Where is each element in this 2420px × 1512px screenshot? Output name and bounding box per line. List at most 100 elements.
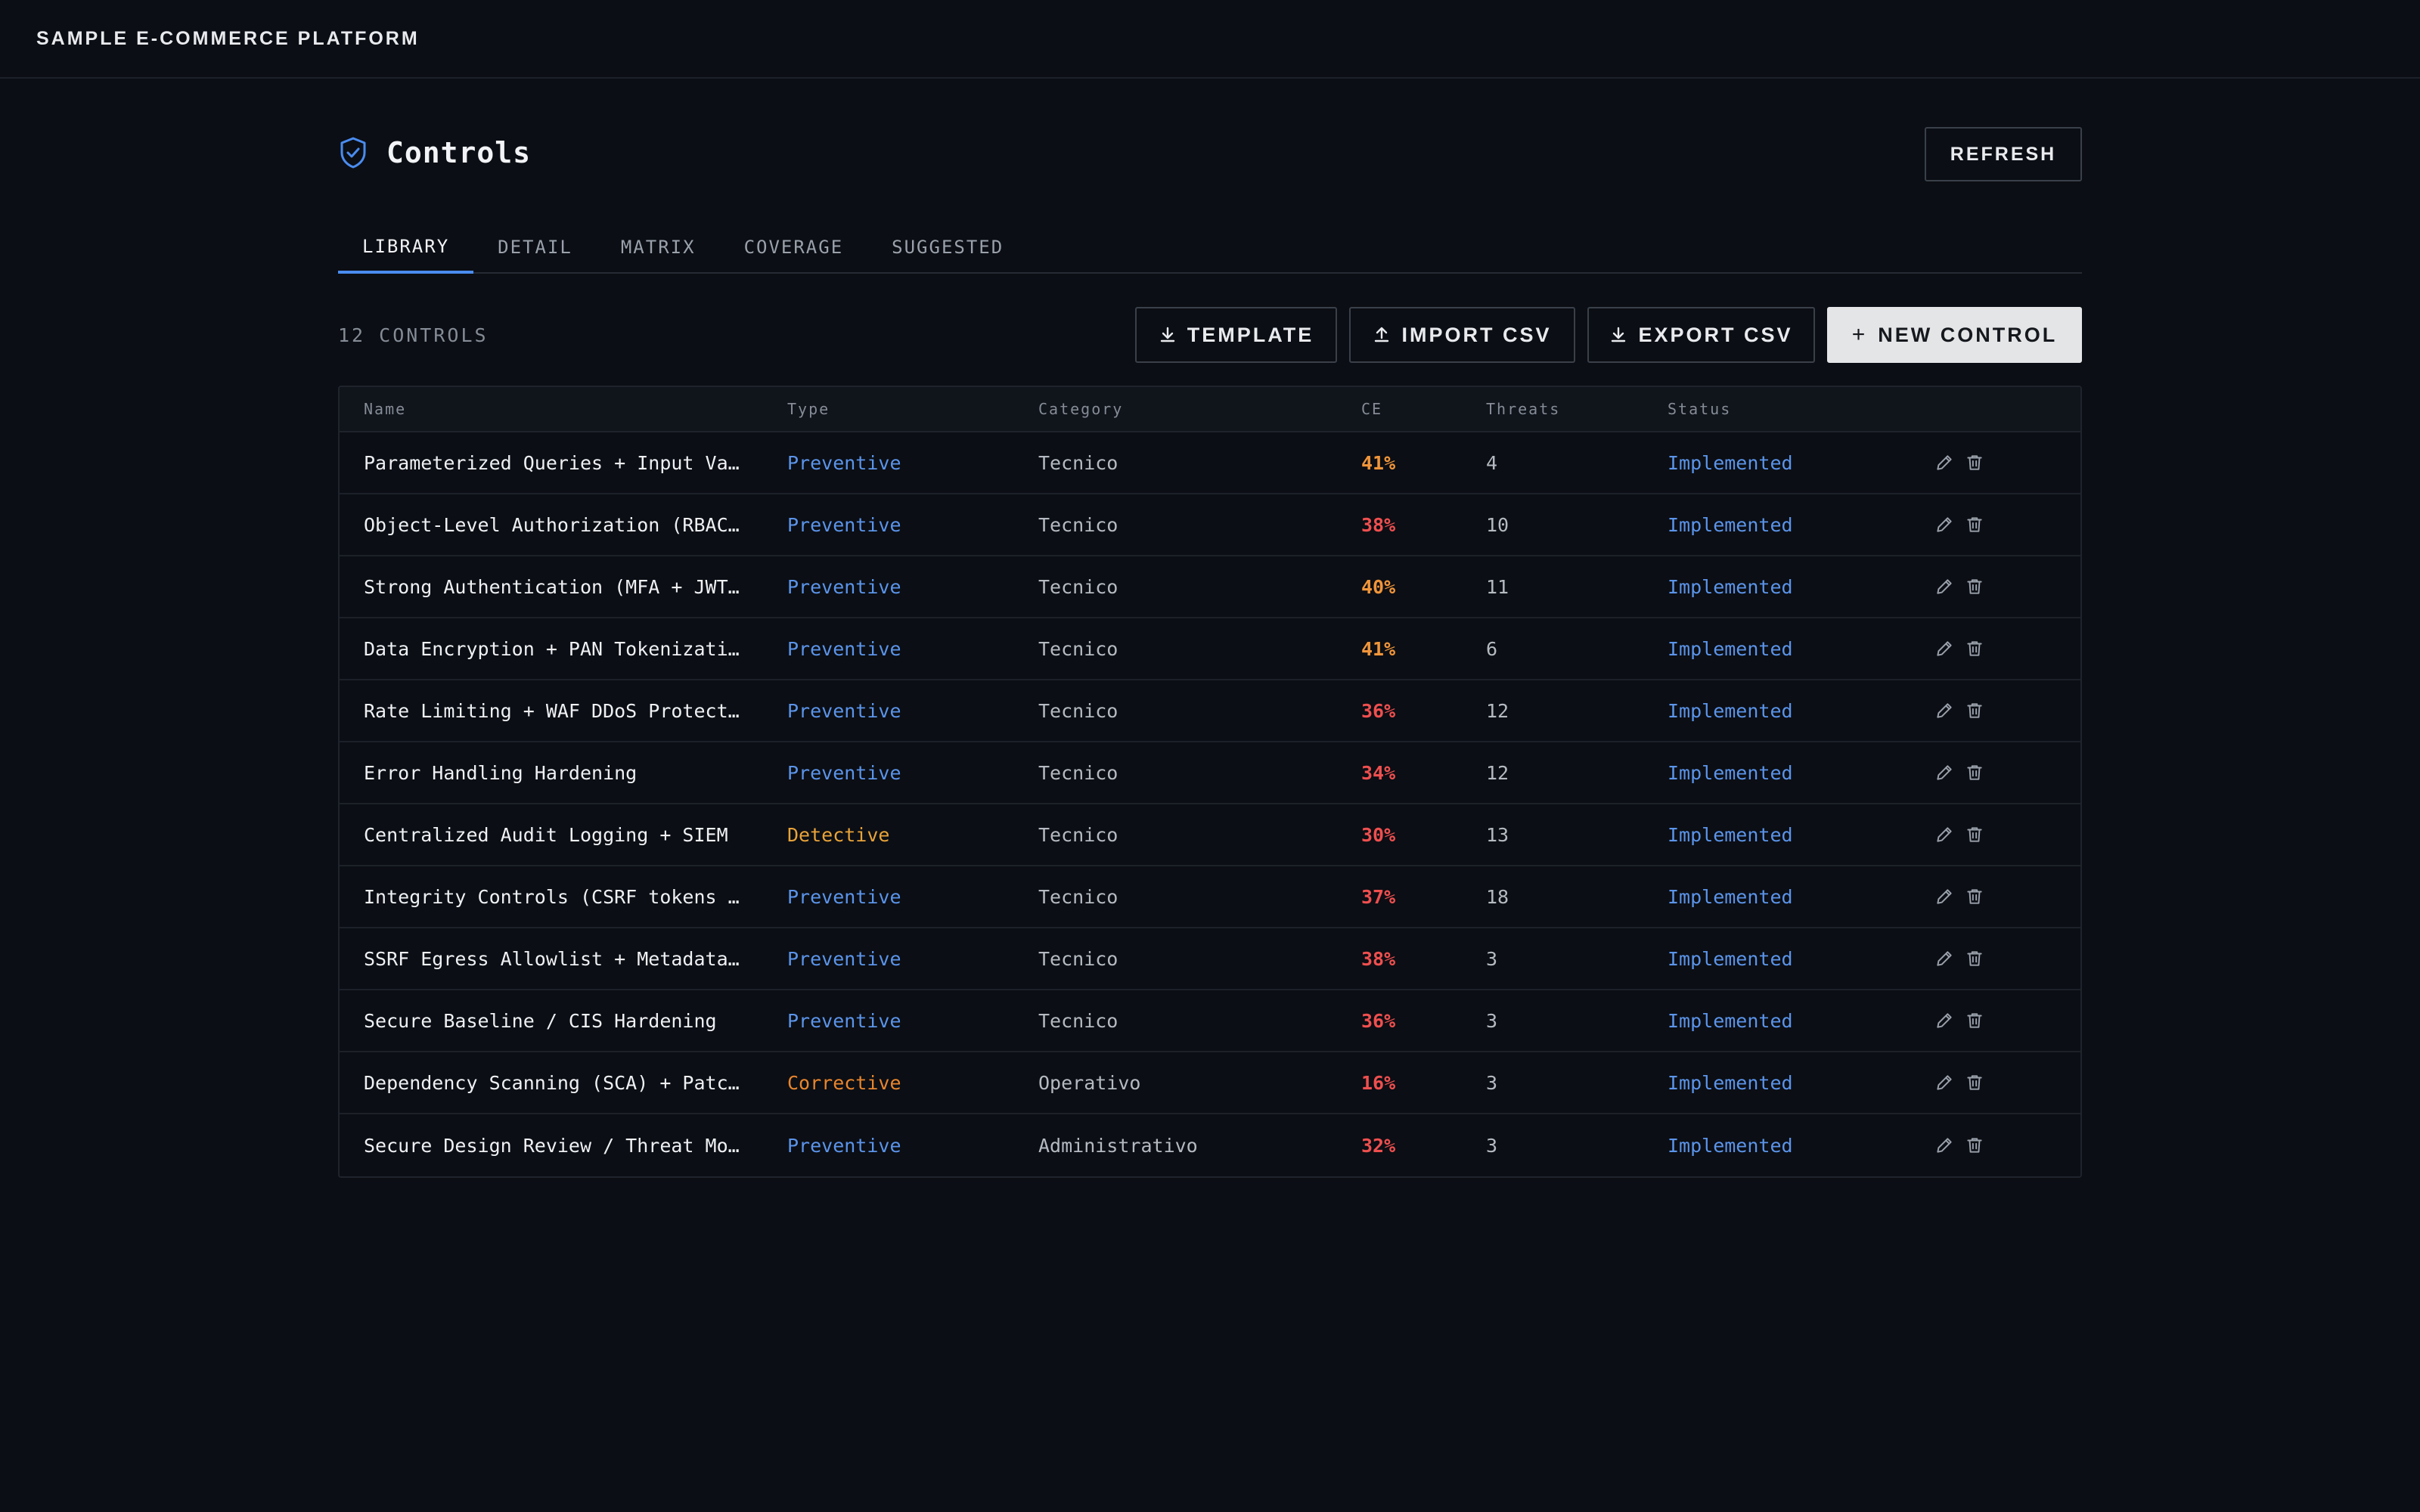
edit-icon[interactable] (1934, 825, 1954, 844)
toolbar-actions: TEMPLATE IMPORT CSV EXPORT CSV + NEW CON… (1135, 307, 2082, 363)
control-name-cell[interactable]: Secure Design Review / Threat Mo… (340, 1135, 787, 1157)
control-ce-cell: 30% (1361, 823, 1396, 846)
edit-icon[interactable] (1934, 1011, 1954, 1030)
column-header-name[interactable]: Name (340, 400, 787, 418)
trash-icon[interactable] (1965, 577, 1984, 596)
row-actions (1934, 763, 1984, 782)
control-type-cell: Preventive (787, 451, 901, 474)
control-type-cell: Preventive (787, 699, 901, 722)
control-type-cell: Detective (787, 823, 890, 846)
control-name-cell[interactable]: SSRF Egress Allowlist + Metadata… (340, 948, 787, 970)
control-name-cell[interactable]: Centralized Audit Logging + SIEM (340, 824, 787, 846)
table-row[interactable]: Secure Design Review / Threat Mo… Prevent… (340, 1114, 2080, 1176)
table-row[interactable]: Integrity Controls (CSRF tokens … Prevent… (340, 866, 2080, 928)
trash-icon[interactable] (1965, 453, 1984, 472)
column-header-threats[interactable]: Threats (1486, 400, 1668, 418)
trash-icon[interactable] (1965, 887, 1984, 906)
control-threats-cell: 10 (1486, 513, 1509, 536)
trash-icon[interactable] (1965, 763, 1984, 782)
control-ce-cell: 37% (1361, 885, 1396, 908)
trash-icon[interactable] (1965, 701, 1984, 720)
row-actions (1934, 1136, 1984, 1155)
edit-icon[interactable] (1934, 701, 1954, 720)
tab-coverage[interactable]: COVERAGE (720, 222, 868, 272)
control-name-cell[interactable]: Dependency Scanning (SCA) + Patc… (340, 1072, 787, 1094)
new-control-button-label: NEW CONTROL (1878, 323, 2058, 346)
control-name-cell[interactable]: Error Handling Hardening (340, 762, 787, 784)
control-ce-cell: 41% (1361, 451, 1396, 474)
column-header-category[interactable]: Category (1038, 400, 1361, 418)
table-row[interactable]: Centralized Audit Logging + SIEM Detectiv… (340, 804, 2080, 866)
edit-icon[interactable] (1934, 949, 1954, 968)
control-name-cell[interactable]: Secure Baseline / CIS Hardening (340, 1010, 787, 1032)
table-row[interactable]: Parameterized Queries + Input Va… Prevent… (340, 432, 2080, 494)
edit-icon[interactable] (1934, 577, 1954, 596)
control-name-cell[interactable]: Parameterized Queries + Input Va… (340, 452, 787, 474)
edit-icon[interactable] (1934, 1073, 1954, 1092)
control-category-cell: Tecnico (1038, 761, 1118, 784)
trash-icon[interactable] (1965, 949, 1984, 968)
table-row[interactable]: Strong Authentication (MFA + JWT… Prevent… (340, 556, 2080, 618)
control-threats-cell: 3 (1486, 1134, 1498, 1157)
toolbar: 12 CONTROLS TEMPLATE IMPORT CSV EXPORT C… (338, 307, 2082, 363)
edit-icon[interactable] (1934, 639, 1954, 658)
table-row[interactable]: Data Encryption + PAN Tokenizati… Prevent… (340, 618, 2080, 680)
tab-bar: LIBRARY DETAIL MATRIX COVERAGE SUGGESTED (338, 222, 2082, 274)
control-status-cell: Implemented (1668, 885, 1793, 908)
template-button[interactable]: TEMPLATE (1135, 307, 1337, 363)
import-csv-button[interactable]: IMPORT CSV (1349, 307, 1575, 363)
row-actions (1934, 577, 1984, 596)
control-threats-cell: 3 (1486, 947, 1498, 970)
row-actions (1934, 825, 1984, 844)
control-name-cell[interactable]: Object-Level Authorization (RBAC… (340, 514, 787, 536)
control-category-cell: Tecnico (1038, 637, 1118, 660)
control-name-cell[interactable]: Rate Limiting + WAF DDoS Protect… (340, 700, 787, 722)
tab-suggested[interactable]: SUGGESTED (867, 222, 1028, 272)
control-category-cell: Operativo (1038, 1071, 1141, 1094)
trash-icon[interactable] (1965, 639, 1984, 658)
control-category-cell: Tecnico (1038, 1009, 1118, 1032)
row-actions (1934, 515, 1984, 534)
tab-library[interactable]: LIBRARY (338, 222, 474, 274)
trash-icon[interactable] (1965, 1011, 1984, 1030)
control-name-cell[interactable]: Integrity Controls (CSRF tokens … (340, 886, 787, 908)
control-threats-cell: 3 (1486, 1009, 1498, 1032)
control-name-cell[interactable]: Data Encryption + PAN Tokenizati… (340, 638, 787, 660)
trash-icon[interactable] (1965, 515, 1984, 534)
refresh-button[interactable]: REFRESH (1925, 127, 2082, 181)
controls-table: Name Type Category CE Threats Status Par… (338, 386, 2082, 1178)
title-wrap: Controls (338, 136, 531, 169)
column-header-status[interactable]: Status (1668, 400, 1934, 418)
control-type-cell: Preventive (787, 885, 901, 908)
trash-icon[interactable] (1965, 1073, 1984, 1092)
table-row[interactable]: SSRF Egress Allowlist + Metadata… Prevent… (340, 928, 2080, 990)
table-row[interactable]: Secure Baseline / CIS Hardening Preventiv… (340, 990, 2080, 1052)
export-csv-button[interactable]: EXPORT CSV (1587, 307, 1815, 363)
tab-matrix[interactable]: MATRIX (597, 222, 720, 272)
control-type-cell: Corrective (787, 1071, 901, 1094)
table-row[interactable]: Object-Level Authorization (RBAC… Prevent… (340, 494, 2080, 556)
row-actions (1934, 887, 1984, 906)
table-row[interactable]: Error Handling Hardening Preventive Tecnic… (340, 742, 2080, 804)
trash-icon[interactable] (1965, 825, 1984, 844)
control-category-cell: Tecnico (1038, 513, 1118, 536)
trash-icon[interactable] (1965, 1136, 1984, 1155)
edit-icon[interactable] (1934, 1136, 1954, 1155)
column-header-type[interactable]: Type (787, 400, 1038, 418)
control-name-cell[interactable]: Strong Authentication (MFA + JWT… (340, 576, 787, 598)
table-body: Parameterized Queries + Input Va… Prevent… (340, 432, 2080, 1176)
edit-icon[interactable] (1934, 515, 1954, 534)
edit-icon[interactable] (1934, 763, 1954, 782)
control-status-cell: Implemented (1668, 699, 1793, 722)
table-row[interactable]: Rate Limiting + WAF DDoS Protect… Prevent… (340, 680, 2080, 742)
edit-icon[interactable] (1934, 887, 1954, 906)
control-category-cell: Tecnico (1038, 947, 1118, 970)
control-status-cell: Implemented (1668, 575, 1793, 598)
column-header-ce[interactable]: CE (1361, 400, 1486, 418)
table-row[interactable]: Dependency Scanning (SCA) + Patc… Correct… (340, 1052, 2080, 1114)
control-category-cell: Tecnico (1038, 885, 1118, 908)
new-control-button[interactable]: + NEW CONTROL (1827, 307, 2082, 363)
control-threats-cell: 4 (1486, 451, 1498, 474)
tab-detail[interactable]: DETAIL (473, 222, 597, 272)
edit-icon[interactable] (1934, 453, 1954, 472)
